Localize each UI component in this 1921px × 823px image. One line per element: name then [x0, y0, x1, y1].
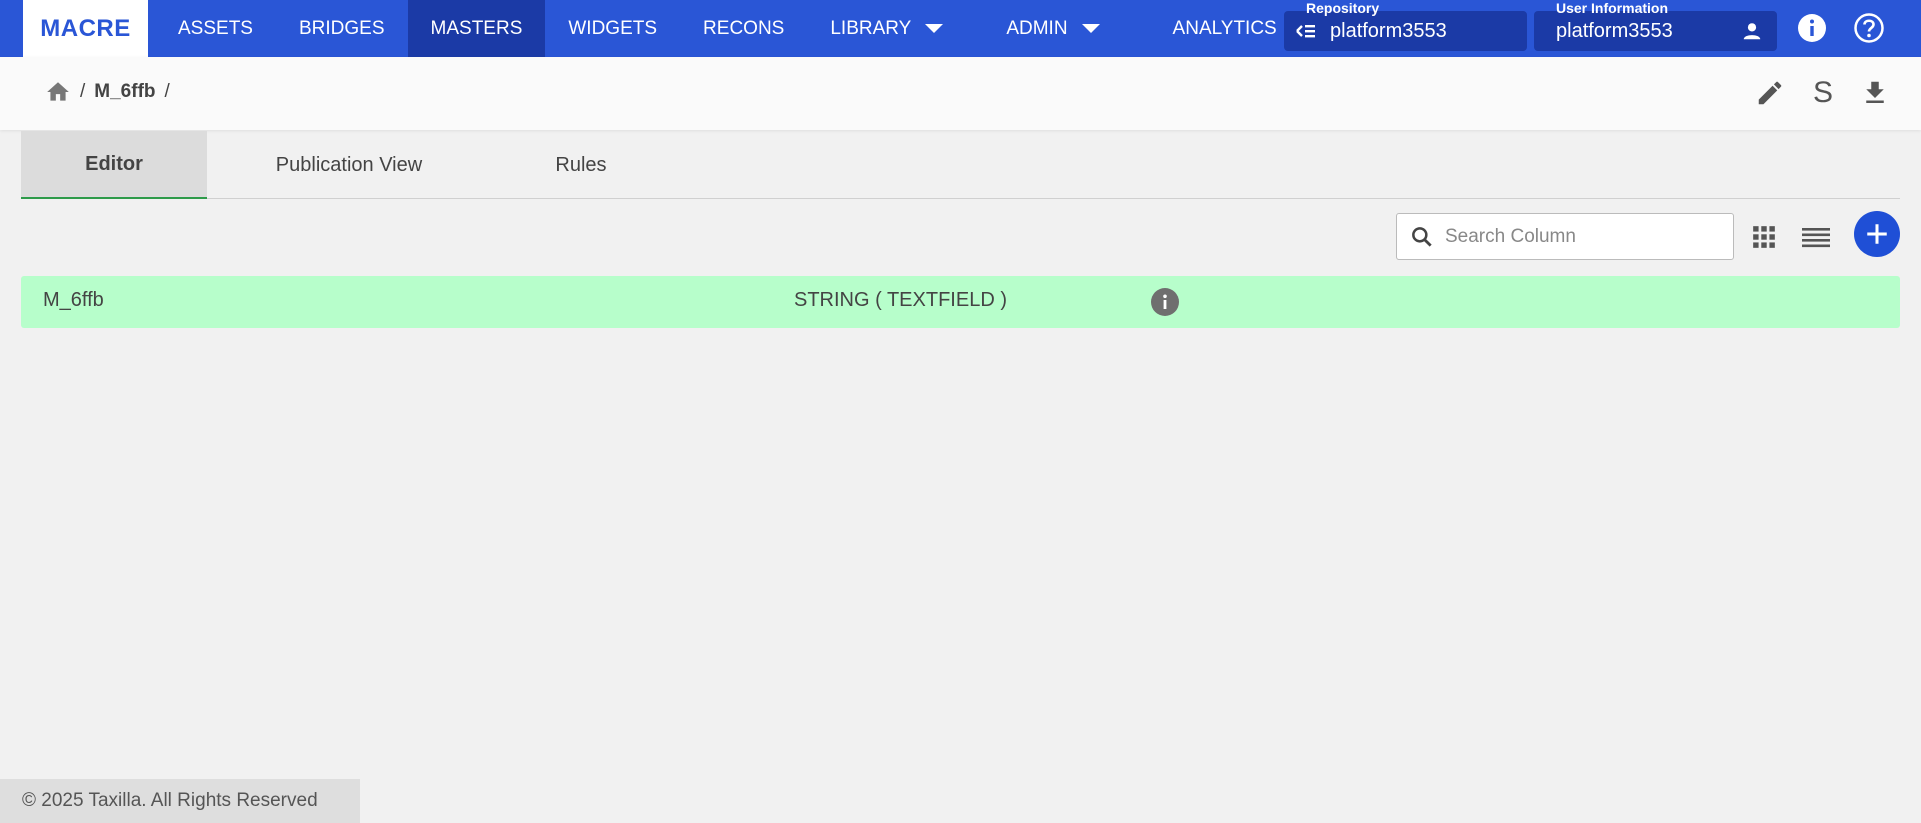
nav-item-bridges[interactable]: BRIDGES [276, 0, 408, 57]
home-icon[interactable] [45, 79, 71, 105]
nav-item-masters[interactable]: MASTERS [407, 0, 546, 57]
user-label: User Information [1556, 0, 1669, 16]
nav-item-admin[interactable]: ADMIN [966, 0, 1122, 57]
edit-icon[interactable] [1753, 76, 1787, 110]
nav-item-recons[interactable]: RECONS [680, 0, 807, 57]
column-name: M_6ffb [43, 289, 104, 311]
breadcrumb-current[interactable]: M_6ffb [94, 81, 155, 103]
user-value: platform3553 [1556, 19, 1673, 42]
chevron-down-icon [1081, 24, 1100, 33]
breadcrumb-bar: / M_6ffb / S [0, 57, 1921, 130]
breadcrumb-separator: / [80, 81, 86, 102]
nav-item-admin-label: ADMIN [1006, 17, 1068, 39]
repository-field[interactable]: platform3553 [1284, 11, 1527, 51]
nav-item-assets[interactable]: ASSETS [148, 0, 276, 57]
search-icon [1409, 224, 1435, 250]
user-info[interactable]: platform3553 User Information [1534, 0, 1777, 57]
info-icon[interactable] [1796, 12, 1828, 44]
grid-view-icon[interactable] [1747, 220, 1781, 254]
user-field[interactable]: platform3553 [1534, 11, 1777, 51]
add-column-button[interactable] [1854, 211, 1900, 257]
tab-bar: Editor Publication View Rules [21, 131, 1900, 199]
breadcrumb-separator: / [164, 81, 170, 102]
s-icon[interactable]: S [1806, 76, 1840, 110]
breadcrumb: / M_6ffb / [45, 79, 179, 105]
chevron-down-icon [925, 24, 944, 33]
tab-publication-view[interactable]: Publication View [207, 131, 491, 199]
download-icon[interactable] [1858, 76, 1892, 110]
column-type: STRING ( TEXTFIELD ) [794, 289, 1007, 311]
help-icon[interactable] [1853, 12, 1885, 44]
brand-logo[interactable]: MACRE [23, 0, 148, 57]
list-view-icon[interactable] [1799, 220, 1833, 254]
column-row[interactable]: M_6ffb STRING ( TEXTFIELD ) [21, 276, 1900, 328]
nav-item-analytics-label: ANALYTICS [1172, 17, 1277, 39]
nav-item-widgets[interactable]: WIDGETS [545, 0, 680, 57]
repository-selector[interactable]: platform3553 Repository [1284, 0, 1527, 57]
tab-editor[interactable]: Editor [21, 131, 207, 199]
repository-label: Repository [1306, 0, 1380, 16]
search-column-input[interactable] [1445, 225, 1705, 248]
nav-item-library-label: LIBRARY [830, 17, 912, 39]
user-icon [1741, 20, 1763, 42]
repository-switch-icon [1294, 19, 1318, 43]
plus-icon [1867, 224, 1887, 244]
column-info-icon[interactable] [1151, 288, 1179, 316]
tab-rules[interactable]: Rules [491, 131, 671, 199]
search-column-box[interactable] [1396, 213, 1734, 260]
footer-copyright: © 2025 Taxilla. All Rights Reserved [0, 779, 360, 823]
nav-item-library[interactable]: LIBRARY [807, 0, 966, 57]
repository-value: platform3553 [1330, 19, 1447, 42]
